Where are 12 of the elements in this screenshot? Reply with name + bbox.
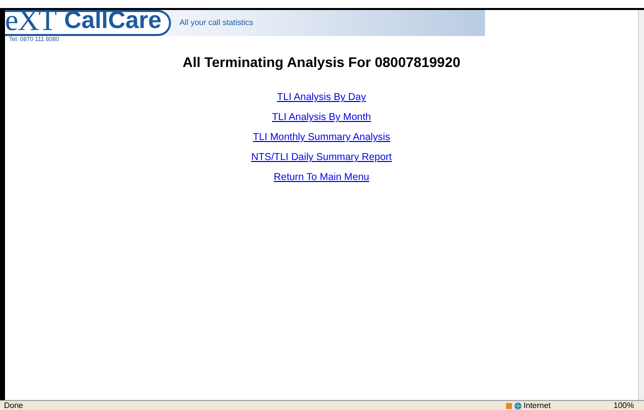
zone-text: Internet bbox=[524, 401, 552, 410]
menu-link[interactable]: TLI Analysis By Month bbox=[272, 110, 371, 125]
menu-link[interactable]: TLI Monthly Summary Analysis bbox=[252, 130, 390, 145]
page-title: All Terminating Analysis For 08007819920 bbox=[182, 53, 460, 72]
globe-icon bbox=[514, 402, 522, 410]
tagline: All your call statistics bbox=[179, 17, 254, 29]
status-text: Done bbox=[4, 401, 24, 410]
menu-link[interactable]: NTS/TLI Daily Summary Report bbox=[251, 150, 392, 165]
brand-name: CallCare bbox=[64, 9, 162, 33]
menu-link[interactable]: Return To Main Menu bbox=[274, 170, 370, 185]
menu-link[interactable]: TLI Analysis By Day bbox=[277, 90, 366, 105]
zoom-level[interactable]: 100% bbox=[614, 401, 634, 410]
